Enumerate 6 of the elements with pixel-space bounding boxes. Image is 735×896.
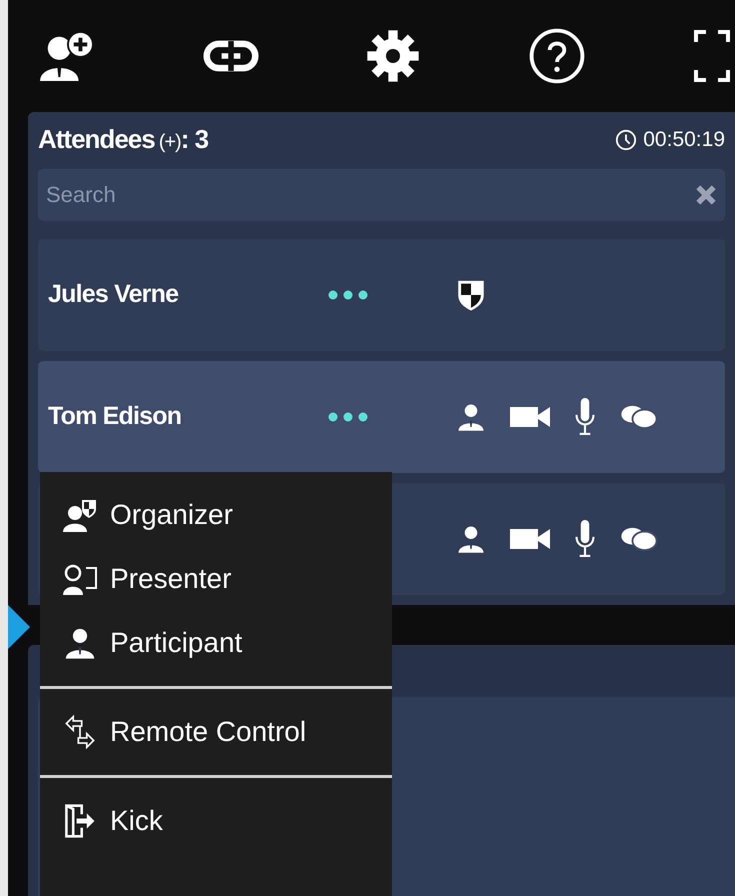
session-timer: 00:50:19 [643, 126, 725, 153]
attendee-name: Tom Edison [48, 402, 182, 430]
attendee-name: Jules Verne [48, 280, 178, 308]
attendee-count: : 3 [180, 123, 208, 156]
add-hint: (+) [158, 130, 181, 155]
panel-title: Attendees [38, 123, 155, 156]
